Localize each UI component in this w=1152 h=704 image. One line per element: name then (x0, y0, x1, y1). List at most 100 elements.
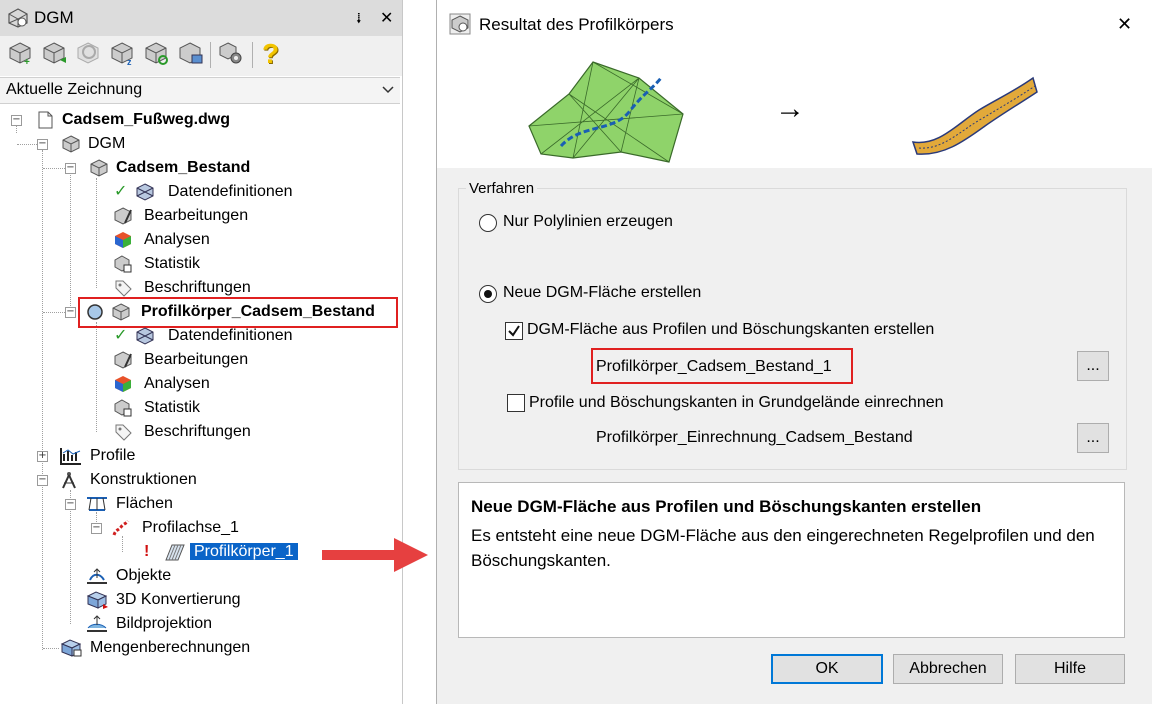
help-icon[interactable]: ? (262, 38, 279, 70)
drawing-dropdown[interactable]: Aktuelle Zeichnung (0, 77, 400, 104)
tree-node-mengenberechnungen[interactable]: Mengenberechnungen (60, 636, 250, 660)
dgm-surface-illustration (528, 61, 684, 163)
panel-close-icon[interactable]: ✕ (380, 8, 393, 28)
tree-line (42, 150, 43, 650)
3d-conversion-icon (86, 591, 108, 609)
collapse-cadsem-bestand[interactable]: − (65, 163, 76, 174)
surfaces-icon (87, 497, 107, 511)
tree-line (96, 322, 97, 432)
profile-chart-icon (60, 448, 81, 465)
tree-line (43, 168, 65, 169)
checkbox-grundgelaende[interactable] (507, 394, 525, 412)
tree-node-statistik[interactable]: Statistik (114, 252, 200, 276)
ok-button[interactable]: OK (771, 654, 883, 684)
tree-label-statistik: Statistik (144, 399, 201, 416)
tree-node-bearbeitungen[interactable]: Bearbeitungen (114, 204, 248, 228)
dgm-icon (112, 303, 130, 321)
dgm-app-icon (8, 8, 28, 28)
radio-neue-dgm-flaeche[interactable] (479, 285, 497, 303)
radio-status-icon (87, 304, 103, 320)
tree-node-analysen[interactable]: Analysen (114, 228, 210, 252)
analysis-icon (115, 376, 131, 392)
statistics-icon (114, 399, 132, 417)
tree-line (17, 144, 37, 145)
label-tag-icon (115, 280, 132, 297)
tree-node-profilkoerper-bestand[interactable]: Profilkörper_Cadsem_Bestand (86, 300, 375, 324)
dialog-app-icon (449, 13, 471, 35)
tree-node-dgm[interactable]: DGM (62, 132, 125, 156)
collapse-profilkoerper-bestand[interactable]: − (65, 307, 76, 318)
dialog-title-bar: Resultat des Profilkörpers ✕ (437, 0, 1152, 48)
tree-node-profile[interactable]: Profile (60, 444, 135, 468)
dgm-panel: DGM ⭭ ✕ + z ? Aktuelle Zeichnung − − − −… (0, 0, 403, 704)
data-definition-icon (136, 327, 154, 345)
tree-node-analysen[interactable]: Analysen (114, 372, 210, 396)
browse-button-2[interactable]: ... (1077, 423, 1109, 453)
collapse-dgm[interactable]: − (37, 139, 48, 150)
tree-label-profilkoerper-bestand: Profilkörper_Cadsem_Bestand (141, 303, 375, 320)
tree-label-cadsem-bestand: Cadsem_Bestand (116, 159, 251, 176)
tree-node-cadsem-bestand[interactable]: Cadsem_Bestand (90, 156, 250, 180)
tree-node-flaechen[interactable]: Flächen (86, 492, 173, 516)
z-dgm-icon[interactable]: z (110, 40, 136, 66)
check-icon: ✓ (114, 327, 128, 344)
collapse-root[interactable]: − (11, 115, 22, 126)
verfahren-group-label: Verfahren (466, 180, 538, 197)
analysis-icon (115, 232, 131, 248)
check-icon: ✓ (114, 183, 128, 200)
tree-node-beschriftungen[interactable]: Beschriftungen (114, 420, 251, 444)
tree-label-beschriftungen: Beschriftungen (144, 423, 251, 440)
tree-line (70, 172, 71, 316)
tree-node-bearbeitungen[interactable]: Bearbeitungen (114, 348, 248, 372)
collapse-profilachse[interactable]: − (91, 523, 102, 534)
volume-calc-icon (60, 639, 82, 657)
objects-icon (87, 568, 107, 584)
tree-node-root[interactable]: Cadsem_Fußweg.dwg (36, 108, 230, 132)
tree-label-mengenberechnungen: Mengenberechnungen (90, 639, 251, 656)
dgm-icon (62, 135, 80, 153)
compass-icon (62, 472, 76, 489)
dgm-name-field-1[interactable]: Profilkörper_Cadsem_Bestand_1 (596, 358, 832, 376)
tree-label-beschriftungen: Beschriftungen (144, 279, 251, 296)
tree-node-profilachse[interactable]: Profilachse_1 (112, 516, 239, 540)
tree-label-3d-konvertierung: 3D Konvertierung (116, 591, 241, 608)
expand-profile[interactable]: + (37, 451, 48, 462)
tree-node-bildprojektion[interactable]: Bildprojektion (86, 612, 212, 636)
pin-icon[interactable]: ⭭ (356, 8, 362, 35)
settings-dgm-icon[interactable] (218, 40, 244, 66)
export-dgm-icon[interactable] (178, 40, 204, 66)
tree-node-konstruktionen[interactable]: Konstruktionen (60, 468, 197, 492)
zoom-dgm-icon[interactable] (76, 40, 102, 66)
tree-node-3d-konvertierung[interactable]: 3D Konvertierung (86, 588, 241, 612)
tree-line (16, 125, 17, 133)
browse-button-1[interactable]: ... (1077, 351, 1109, 381)
collapse-konstruktionen[interactable]: − (37, 475, 48, 486)
refresh-dgm-icon[interactable] (144, 40, 170, 66)
toolbar-separator (210, 42, 211, 68)
description-box: Neue DGM-Fläche aus Profilen und Böschun… (458, 482, 1125, 638)
tree-node-statistik[interactable]: Statistik (114, 396, 200, 420)
tree-node-objekte[interactable]: Objekte (86, 564, 171, 588)
tree-node-datendefinitionen[interactable]: ✓ Datendefinitionen (114, 324, 293, 348)
tree-label-datendefinitionen: Datendefinitionen (168, 183, 293, 200)
cancel-button[interactable]: Abbrechen (893, 654, 1003, 684)
dialog-close-icon[interactable]: ✕ (1117, 14, 1132, 35)
radio-nur-polylinien[interactable] (479, 214, 497, 232)
new-dgm-icon[interactable]: + (8, 40, 34, 66)
tree-node-profilkoerper-1[interactable]: ! Profilkörper_1 (144, 540, 298, 564)
import-dgm-icon[interactable] (42, 40, 68, 66)
result-arrow-icon: → (775, 92, 805, 125)
dgm-icon (90, 159, 108, 177)
collapse-flaechen[interactable]: − (65, 499, 76, 510)
label-nur-polylinien: Nur Polylinien erzeugen (503, 213, 673, 230)
help-button[interactable]: Hilfe (1015, 654, 1125, 684)
tree-label-analysen: Analysen (144, 231, 210, 248)
panel-title-bar: DGM ⭭ ✕ (0, 0, 402, 36)
tree-label-datendefinitionen: Datendefinitionen (168, 327, 293, 344)
tree-line (96, 178, 97, 288)
tree-label-bearbeitungen: Bearbeitungen (144, 207, 249, 224)
tree-node-datendefinitionen[interactable]: ✓ Datendefinitionen (114, 180, 293, 204)
checkbox-aus-profilen[interactable] (505, 322, 523, 340)
tree-label-flaechen: Flächen (116, 495, 173, 512)
dgm-name-field-2[interactable]: Profilkörper_Einrechnung_Cadsem_Bestand (596, 429, 913, 447)
